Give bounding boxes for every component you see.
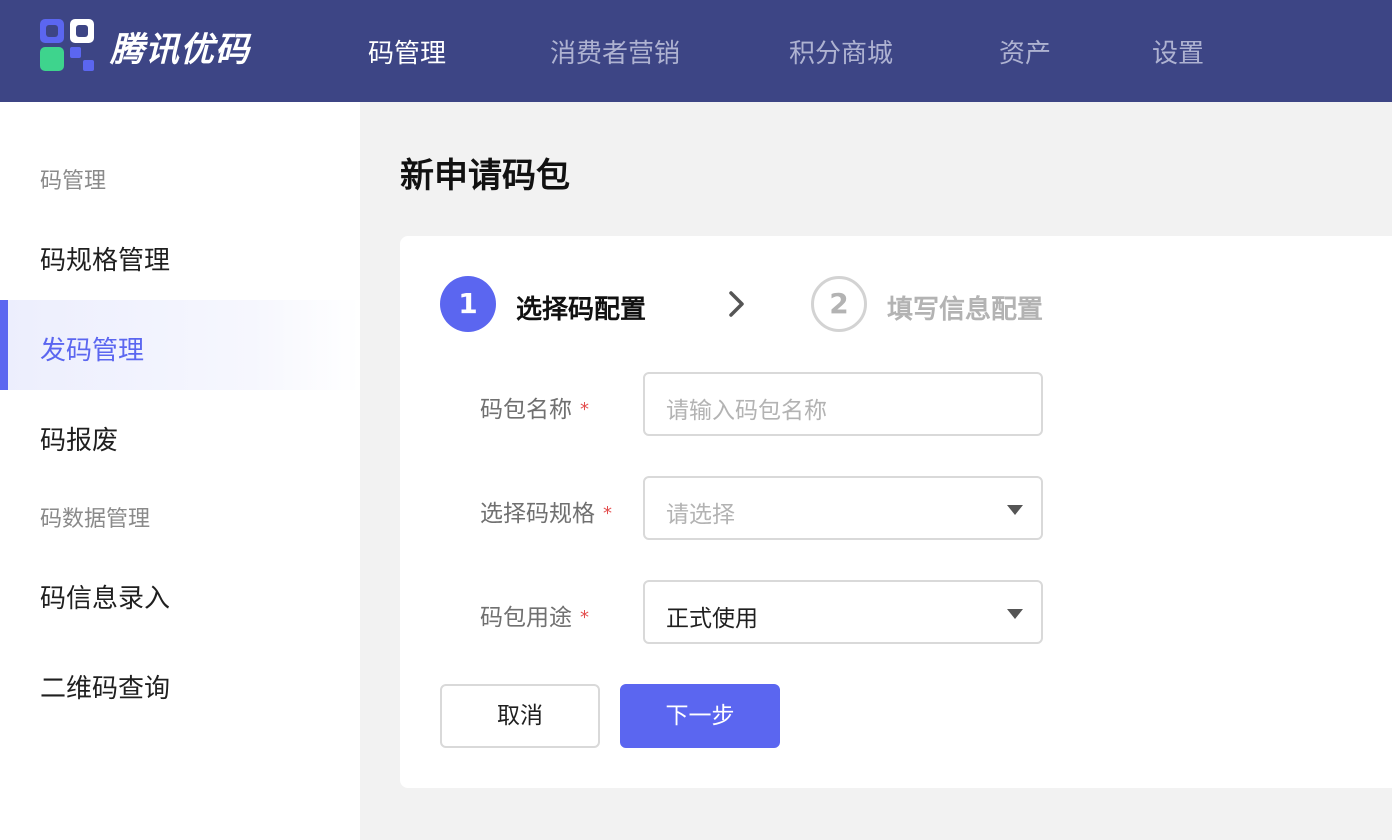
- nav-settings[interactable]: 设置: [1152, 33, 1204, 70]
- code-pack-name-placeholder: 请输入码包名称: [666, 398, 827, 424]
- sidebar-active-indicator: [0, 300, 8, 390]
- next-step-button[interactable]: 下一步: [620, 684, 780, 748]
- required-asterisk: *: [580, 399, 589, 420]
- sidebar-item-code-scrap[interactable]: 码报废: [40, 420, 118, 457]
- code-pack-name-label-text: 码包名称: [480, 397, 572, 423]
- step-2-badge: 2: [811, 276, 867, 332]
- nav-consumer-marketing[interactable]: 消费者营销: [550, 33, 680, 70]
- step-1-label: 选择码配置: [516, 295, 647, 325]
- sidebar-group-code-data: 码数据管理: [40, 507, 151, 532]
- code-spec-label: 选择码规格 *: [480, 494, 612, 528]
- code-pack-purpose-value: 正式使用: [666, 606, 758, 632]
- step-2-label: 填写信息配置: [887, 295, 1044, 325]
- cancel-button[interactable]: 取消: [440, 684, 600, 748]
- code-pack-name-input[interactable]: 请输入码包名称: [643, 372, 1043, 436]
- nav-code-management[interactable]: 码管理: [368, 33, 446, 70]
- sidebar-item-code-issue[interactable]: 发码管理: [40, 330, 144, 367]
- required-asterisk: *: [603, 503, 612, 524]
- caret-down-icon: [1007, 505, 1023, 515]
- nav-assets[interactable]: 资产: [999, 33, 1051, 70]
- sidebar: 码管理 码规格管理 发码管理 码报废 码数据管理 码信息录入 二维码查询: [0, 102, 360, 840]
- sidebar-item-qrcode-query[interactable]: 二维码查询: [40, 668, 170, 705]
- qr-logo-icon: [40, 19, 96, 71]
- top-navigation-bar: 腾讯优码 码管理 消费者营销 积分商城 资产 设置: [0, 0, 1392, 102]
- sidebar-item-code-info-entry[interactable]: 码信息录入: [40, 578, 170, 615]
- required-asterisk: *: [580, 607, 589, 628]
- code-pack-name-label: 码包名称 *: [480, 390, 589, 424]
- code-spec-select[interactable]: 请选择: [643, 476, 1043, 540]
- code-pack-purpose-label: 码包用途 *: [480, 598, 589, 632]
- brand-name: 腾讯优码: [110, 30, 250, 70]
- code-pack-purpose-label-text: 码包用途: [480, 605, 572, 631]
- code-pack-purpose-select[interactable]: 正式使用: [643, 580, 1043, 644]
- caret-down-icon: [1007, 609, 1023, 619]
- nav-points-mall[interactable]: 积分商城: [789, 33, 893, 70]
- step-1-badge: 1: [440, 276, 496, 332]
- code-spec-label-text: 选择码规格: [480, 501, 595, 527]
- form-card: 1 选择码配置 2 填写信息配置 码包名称 * 请输入码包名称 选择码规格 * 请选…: [400, 236, 1392, 788]
- sidebar-group-code-management: 码管理: [40, 169, 107, 194]
- code-spec-placeholder: 请选择: [666, 502, 735, 528]
- page-title: 新申请码包: [400, 156, 570, 196]
- chevron-right-icon: [729, 291, 744, 317]
- sidebar-item-code-spec[interactable]: 码规格管理: [40, 240, 170, 277]
